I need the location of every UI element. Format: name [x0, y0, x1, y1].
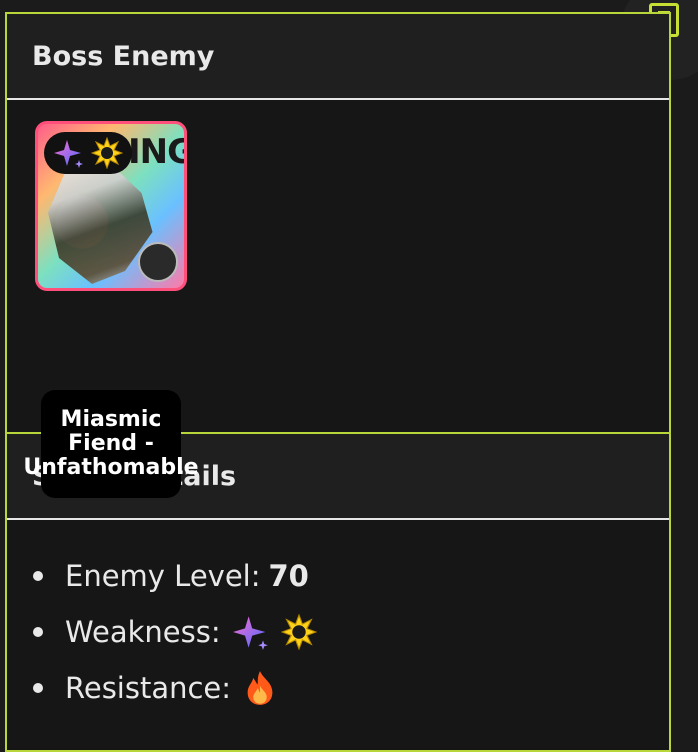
weakness-item: Weakness:: [33, 604, 669, 660]
bullet: [33, 627, 43, 637]
card-background-text: ING: [128, 132, 184, 172]
bullet: [33, 571, 43, 581]
enemy-level-value: 70: [268, 559, 309, 593]
quantum-element-icon: [90, 137, 123, 169]
weakness-label: Weakness:: [65, 615, 221, 649]
bullet: [33, 683, 43, 693]
enemy-portrait[interactable]: ING: [35, 121, 187, 291]
boss-enemy-section: ING Miasmic Fiend - Unfathomable: [7, 100, 669, 498]
stage-details-body: Enemy Level: 70 Weakness: Resistance:: [7, 520, 669, 716]
enemy-name[interactable]: Miasmic Fiend - Unfathomable: [23, 390, 199, 498]
faction-emblem: [138, 242, 178, 282]
imaginary-element-icon: [232, 616, 268, 650]
enemy-level-label: Enemy Level:: [65, 559, 261, 593]
imaginary-element-icon: [53, 140, 83, 168]
stage-details-list: Enemy Level: 70 Weakness: Resistance:: [33, 548, 669, 716]
resistance-item: Resistance:: [33, 660, 669, 716]
enemy-level-item: Enemy Level: 70: [33, 548, 669, 604]
element-badge: [44, 132, 132, 174]
quantum-element-icon: [280, 614, 317, 650]
fire-element-icon: [247, 671, 273, 705]
enemy-panel: Boss Enemy ING Miasmic Fiend - Unfathoma…: [5, 12, 671, 752]
resistance-label: Resistance:: [65, 671, 232, 705]
boss-enemy-heading: Boss Enemy: [7, 14, 669, 100]
